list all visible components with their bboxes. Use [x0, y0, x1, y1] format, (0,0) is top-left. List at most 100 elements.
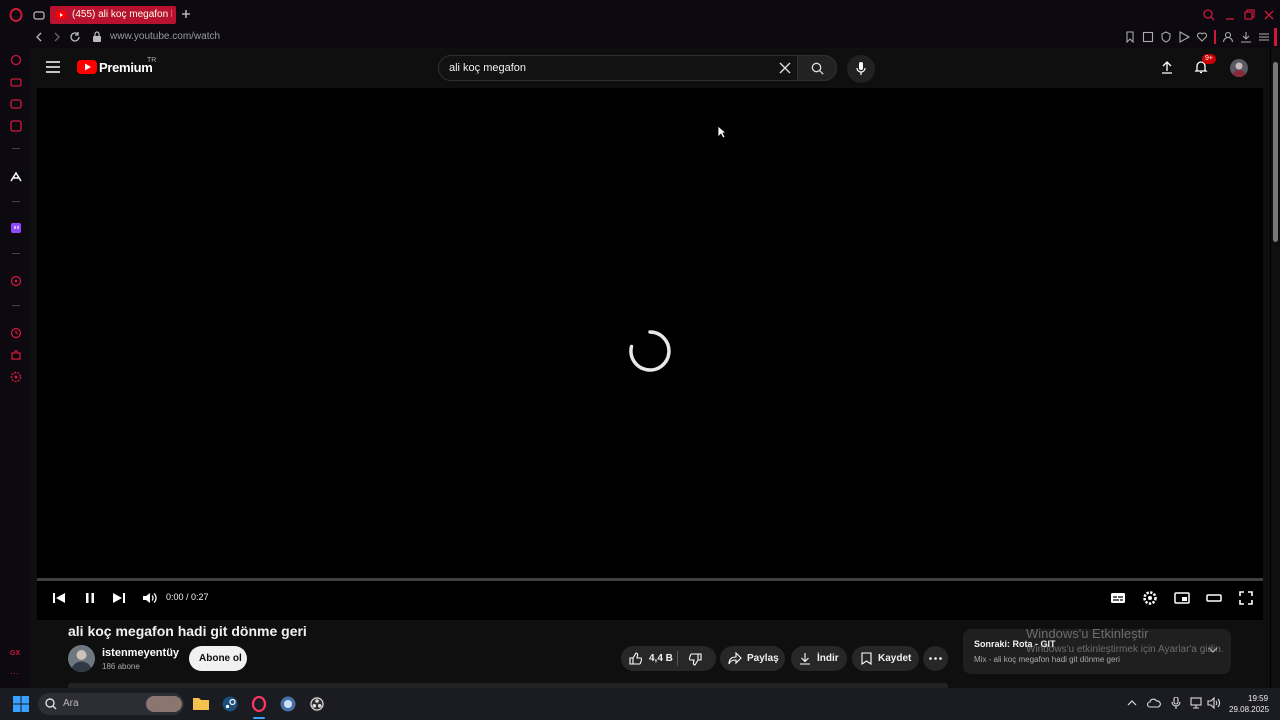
- more-actions-button[interactable]: [923, 646, 948, 671]
- taskbar-search-placeholder: Ara: [63, 698, 79, 709]
- channel-avatar[interactable]: [68, 645, 95, 672]
- avatar[interactable]: [1230, 59, 1248, 77]
- twitch-icon[interactable]: [10, 222, 22, 234]
- subscriber-count: 186 abone: [102, 662, 140, 671]
- youtube-logo-text[interactable]: Premium: [99, 60, 153, 75]
- chevron-up-icon[interactable]: [1127, 699, 1137, 707]
- lock-icon[interactable]: [92, 31, 102, 43]
- opera-gx-taskbar-icon[interactable]: [251, 696, 267, 712]
- search-button[interactable]: [797, 55, 837, 81]
- browser-tab-bar: (455) ali koç megafon hadi: [0, 0, 1280, 30]
- subscribe-label: Abone ol: [199, 653, 242, 664]
- microphone-tray-icon[interactable]: [1171, 697, 1181, 710]
- windows-start-icon[interactable]: [13, 696, 29, 712]
- download-icon: [799, 652, 811, 665]
- player-sidebar-icon[interactable]: [10, 275, 22, 287]
- snapshot-icon[interactable]: [1142, 31, 1154, 43]
- vpn-icon[interactable]: [1160, 31, 1172, 43]
- crypto-wallet-icon[interactable]: [10, 76, 22, 88]
- voice-search-button[interactable]: [847, 55, 875, 83]
- cloud-icon[interactable]: [1147, 698, 1161, 708]
- search-box[interactable]: ali koç megafon: [438, 55, 798, 81]
- search-highlight-image: [146, 696, 182, 712]
- file-explorer-icon[interactable]: [193, 696, 209, 710]
- history-icon[interactable]: [10, 327, 22, 339]
- scrollbar-thumb[interactable]: [1273, 62, 1278, 242]
- reload-icon[interactable]: [69, 31, 81, 43]
- like-count: 4,4 B: [649, 653, 673, 664]
- steam-icon[interactable]: [222, 696, 238, 712]
- gx-corner-icon[interactable]: [10, 98, 22, 110]
- speaker-icon[interactable]: [1207, 697, 1221, 709]
- search-input[interactable]: ali koç megafon: [449, 62, 526, 74]
- search-tabs-icon[interactable]: [1203, 9, 1215, 21]
- clock-date[interactable]: 29.08.2025: [1229, 705, 1269, 714]
- next-button[interactable]: [107, 586, 131, 610]
- opera-logo-icon[interactable]: [9, 8, 23, 22]
- browser-sidebar: GX ···: [0, 48, 30, 688]
- arc-icon[interactable]: [10, 171, 22, 183]
- fullscreen-icon[interactable]: [1234, 586, 1258, 610]
- easy-setup-icon[interactable]: [1258, 31, 1270, 43]
- more-icon[interactable]: ···: [10, 668, 19, 678]
- volume-icon[interactable]: [137, 586, 161, 610]
- activation-watermark-text: Windows'u etkinleştirmek için Ayarlar'a …: [1026, 644, 1224, 655]
- clock-time[interactable]: 19:59: [1248, 694, 1268, 703]
- taskbar-search[interactable]: Ara: [38, 693, 184, 715]
- pause-button[interactable]: [78, 586, 102, 610]
- share-label: Paylaş: [747, 653, 779, 664]
- share-button[interactable]: Paylaş: [720, 646, 785, 671]
- subscribe-button[interactable]: Abone ol: [189, 646, 247, 671]
- url-text[interactable]: www.youtube.com/watch: [110, 31, 220, 42]
- video-title: ali koç megafon hadi git dönme geri: [68, 623, 307, 639]
- browser-tab-active[interactable]: (455) ali koç megafon hadi: [50, 6, 176, 24]
- progress-bar[interactable]: [37, 578, 1263, 581]
- save-button[interactable]: Kaydet: [852, 646, 919, 671]
- scrollbar[interactable]: [1271, 48, 1280, 688]
- settings-icon[interactable]: [10, 371, 22, 383]
- bookmark-icon[interactable]: [1124, 31, 1136, 43]
- player-icon[interactable]: [1178, 31, 1190, 43]
- restore-icon[interactable]: [1243, 9, 1255, 21]
- menu-icon[interactable]: [46, 61, 60, 73]
- download-button[interactable]: İndir: [791, 646, 847, 671]
- network-icon[interactable]: [1190, 697, 1203, 709]
- downloads-icon[interactable]: [1240, 31, 1252, 43]
- activation-watermark-title: Windows'u Etkinleştir: [1026, 626, 1149, 641]
- back-icon[interactable]: [34, 32, 44, 42]
- heart-icon[interactable]: [1196, 31, 1208, 43]
- forward-icon[interactable]: [52, 32, 62, 42]
- news-icon[interactable]: [10, 120, 22, 132]
- dislike-icon[interactable]: [689, 653, 702, 666]
- accent-bar: [1274, 28, 1277, 46]
- like-icon[interactable]: [629, 652, 642, 665]
- upload-icon[interactable]: [1161, 61, 1173, 74]
- clear-search-icon[interactable]: [779, 62, 791, 74]
- previous-button[interactable]: [47, 586, 71, 610]
- region-code: TR: [147, 57, 157, 64]
- extensions-icon[interactable]: [10, 349, 22, 361]
- obs-icon[interactable]: [309, 696, 325, 712]
- settings-gear-icon[interactable]: [1138, 586, 1162, 610]
- sidebar-divider: [12, 305, 20, 306]
- tab-title: (455) ali koç megafon hadi: [72, 9, 172, 20]
- miniplayer-icon[interactable]: [1170, 586, 1194, 610]
- time-display: 0:00 / 0:27: [166, 592, 209, 602]
- app-globe-icon[interactable]: [280, 696, 296, 712]
- profile-icon[interactable]: [1222, 31, 1234, 43]
- channel-name[interactable]: istenmeyentüy: [102, 647, 179, 659]
- video-player[interactable]: 0:00 / 0:27: [37, 88, 1263, 620]
- save-label: Kaydet: [878, 653, 912, 664]
- taskbar-search-icon: [45, 698, 57, 710]
- close-window-icon[interactable]: [1263, 9, 1275, 21]
- new-tab-icon[interactable]: [181, 9, 191, 19]
- gx-icon[interactable]: GX: [10, 650, 20, 657]
- youtube-logo-icon[interactable]: [77, 60, 97, 74]
- theater-mode-icon[interactable]: [1202, 586, 1226, 610]
- workspaces-icon[interactable]: [33, 9, 45, 21]
- aria-icon[interactable]: [10, 54, 22, 66]
- minimize-icon[interactable]: [1224, 9, 1236, 21]
- subtitles-icon[interactable]: [1106, 586, 1130, 610]
- next-up-playlist: Mix - ali koç megafon hadi git dönme ger…: [974, 655, 1120, 664]
- microphone-icon: [856, 62, 866, 76]
